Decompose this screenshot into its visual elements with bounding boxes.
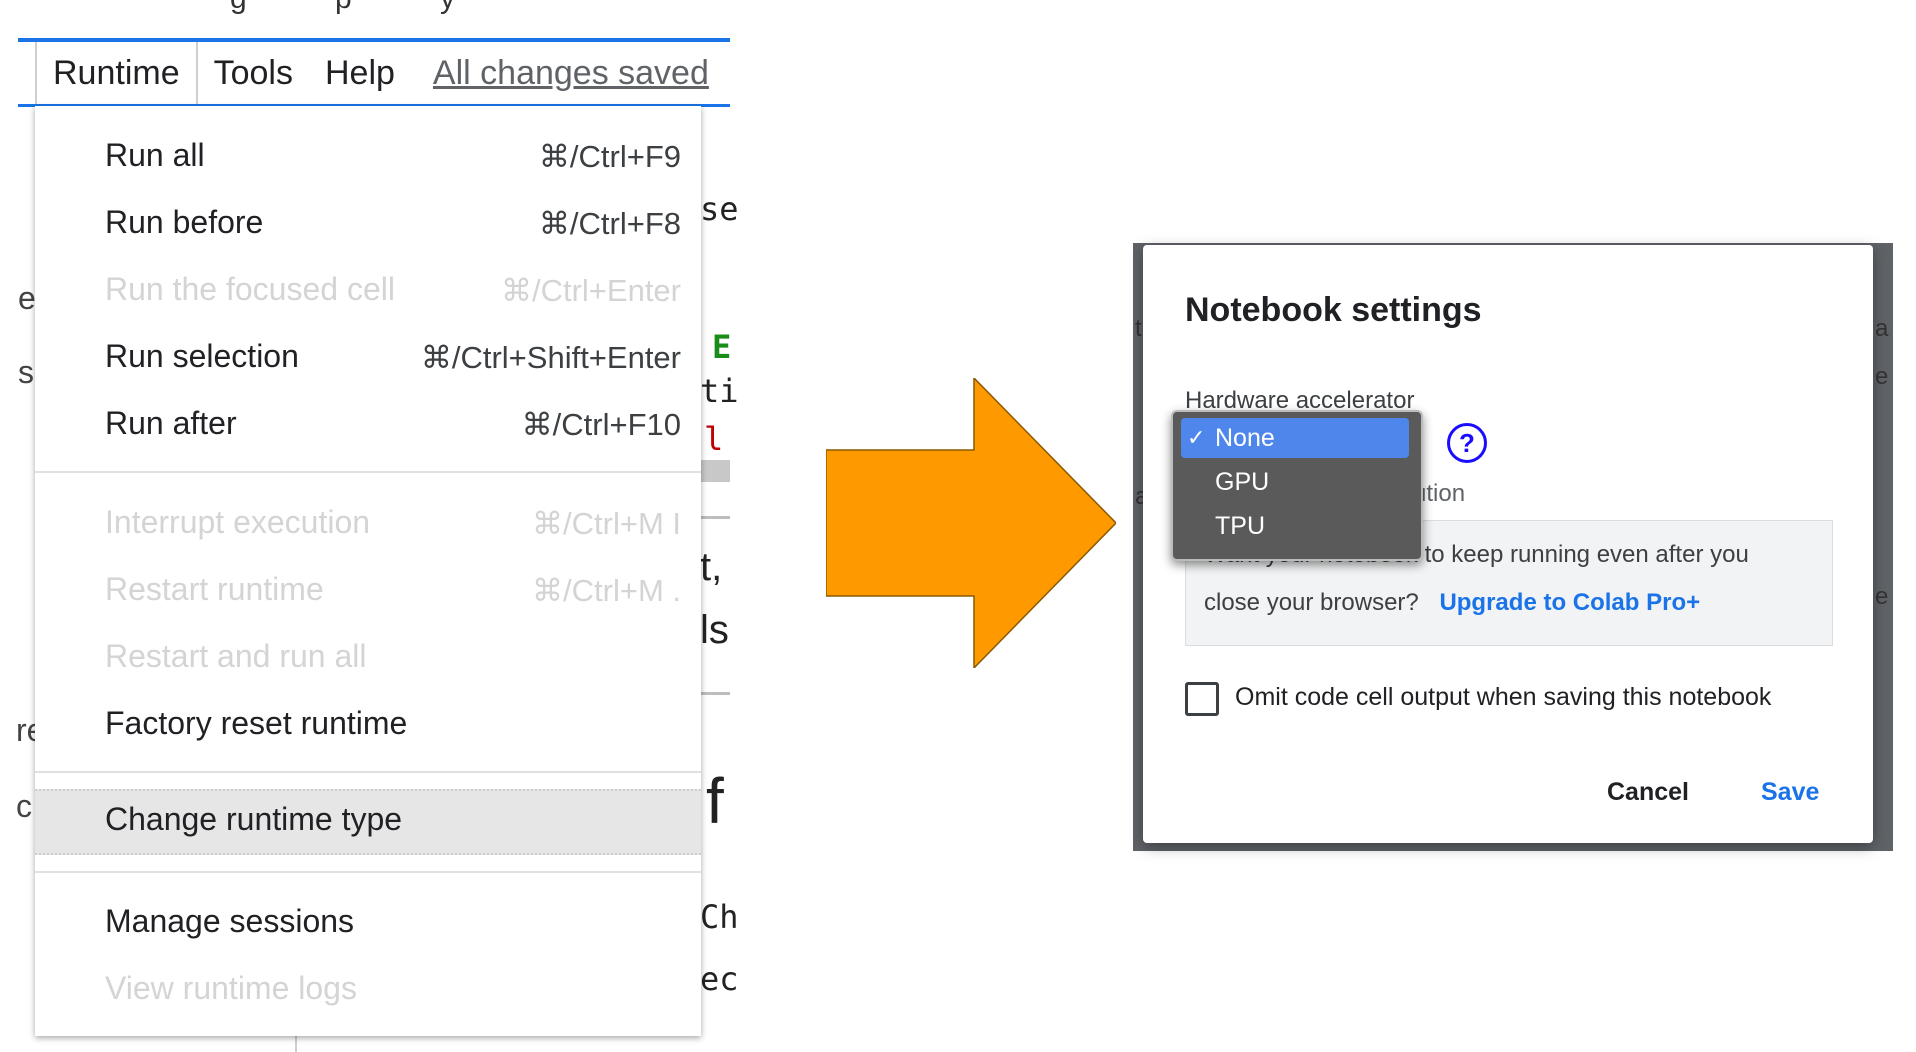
promo-text: close your browser? Upgrade to Colab Pro…: [1204, 589, 1700, 617]
menu-item-factory-reset-runtime[interactable]: Factory reset runtime: [35, 695, 701, 755]
menu-item-shortcut: ⌘/Ctrl+F9: [538, 139, 681, 174]
dialog-title: Notebook settings: [1185, 291, 1482, 329]
menu-separator: [35, 771, 701, 773]
text-fragment: e: [18, 280, 36, 316]
code-cell-scrollbar: [700, 460, 730, 482]
menubar: Runtime Tools Help All changes saved: [35, 42, 725, 104]
menu-separator: [35, 471, 701, 473]
menu-item-shortcut: ⌘/Ctrl+Shift+Enter: [420, 340, 681, 375]
menu-item-shortcut: ⌘/Ctrl+Enter: [500, 273, 681, 308]
menu-item-manage-sessions[interactable]: Manage sessions: [35, 893, 701, 953]
menu-tools[interactable]: Tools: [198, 42, 309, 104]
check-icon: ✓: [1187, 425, 1206, 450]
option-label: GPU: [1215, 468, 1270, 496]
save-status-link[interactable]: All changes saved: [417, 42, 725, 104]
menu-item-label: Run all: [105, 137, 205, 173]
backdrop-fragment: t: [1135, 315, 1142, 342]
option-gpu[interactable]: GPU: [1181, 462, 1409, 502]
omit-output-checkbox[interactable]: [1185, 682, 1219, 716]
option-none[interactable]: ✓ None: [1181, 418, 1409, 458]
option-label: None: [1215, 424, 1275, 452]
option-label: TPU: [1215, 512, 1265, 540]
runtime-dropdown-menu: Run all ⌘/Ctrl+F9 Run before ⌘/Ctrl+F8 R…: [35, 106, 701, 1036]
menu-item-run-all[interactable]: Run all ⌘/Ctrl+F9: [35, 127, 701, 187]
text-fragment: t,: [700, 545, 723, 589]
code-fragment: se: [700, 190, 739, 228]
menu-item-label: Run before: [105, 204, 264, 240]
text-fragment: s: [18, 354, 34, 390]
cell-divider: [700, 692, 730, 695]
menu-item-label: View runtime logs: [105, 970, 357, 1006]
menu-item-shortcut: ⌘/Ctrl+F8: [538, 206, 681, 241]
menu-item-run-before[interactable]: Run before ⌘/Ctrl+F8: [35, 194, 701, 254]
menu-item-shortcut: ⌘/Ctrl+M I: [532, 506, 681, 541]
menu-item-change-runtime-type[interactable]: Change runtime type: [35, 789, 701, 855]
menu-item-label: Run selection: [105, 338, 299, 374]
menu-item-label: Manage sessions: [105, 903, 355, 939]
menu-item-run-focused-cell: Run the focused cell ⌘/Ctrl+Enter: [35, 261, 701, 321]
menu-item-label: Interrupt execution: [105, 504, 371, 540]
menu-item-label: Factory reset runtime: [105, 705, 408, 741]
notebook-title-fragment: g p y: [230, 0, 690, 22]
menu-separator: [35, 871, 701, 873]
code-fragment: Ch: [700, 898, 739, 936]
promo-text-question: close your browser?: [1204, 589, 1419, 616]
menu-item-label: Change runtime type: [105, 801, 403, 837]
menu-item-label: Restart runtime: [105, 571, 324, 607]
menu-item-shortcut: ⌘/Ctrl+F10: [521, 407, 681, 442]
cell-divider: [700, 516, 730, 519]
omit-output-label: Omit code cell output when saving this n…: [1235, 683, 1772, 711]
code-fragment: ti: [700, 372, 739, 410]
option-tpu[interactable]: TPU: [1181, 506, 1409, 546]
heading-fragment: f: [706, 765, 724, 837]
help-icon[interactable]: ?: [1447, 423, 1487, 463]
menu-item-view-runtime-logs: View runtime logs: [35, 960, 701, 1020]
menu-item-interrupt-execution: Interrupt execution ⌘/Ctrl+M I: [35, 494, 701, 554]
upgrade-link[interactable]: Upgrade to Colab Pro+: [1439, 589, 1700, 616]
menu-item-restart-and-run-all: Restart and run all: [35, 628, 701, 688]
menu-item-run-after[interactable]: Run after ⌘/Ctrl+F10: [35, 395, 701, 455]
menu-item-label: Restart and run all: [105, 638, 367, 674]
menu-help[interactable]: Help: [309, 42, 411, 104]
menu-item-shortcut: ⌘/Ctrl+M .: [532, 573, 681, 608]
code-fragment: l: [704, 420, 724, 458]
backdrop-fragment: e: [1875, 583, 1889, 610]
menu-runtime[interactable]: Runtime: [35, 42, 198, 104]
save-button[interactable]: Save: [1761, 778, 1819, 807]
menu-item-run-selection[interactable]: Run selection ⌘/Ctrl+Shift+Enter: [35, 328, 701, 388]
menu-item-label: Run after: [105, 405, 237, 441]
menu-item-restart-runtime: Restart runtime ⌘/Ctrl+M .: [35, 561, 701, 621]
code-fragment: E: [712, 328, 732, 366]
text-fragment: c: [16, 788, 32, 824]
code-fragment: ec: [700, 960, 739, 998]
right-arrow-icon: [826, 378, 1116, 668]
text-fragment: ls: [700, 608, 729, 652]
hardware-accelerator-popup: ✓ None GPU TPU: [1171, 410, 1423, 561]
menu-item-label: Run the focused cell: [105, 271, 395, 307]
backdrop-fragment: a: [1875, 315, 1889, 342]
cancel-button[interactable]: Cancel: [1607, 778, 1689, 807]
backdrop-fragment: e: [1875, 363, 1889, 390]
